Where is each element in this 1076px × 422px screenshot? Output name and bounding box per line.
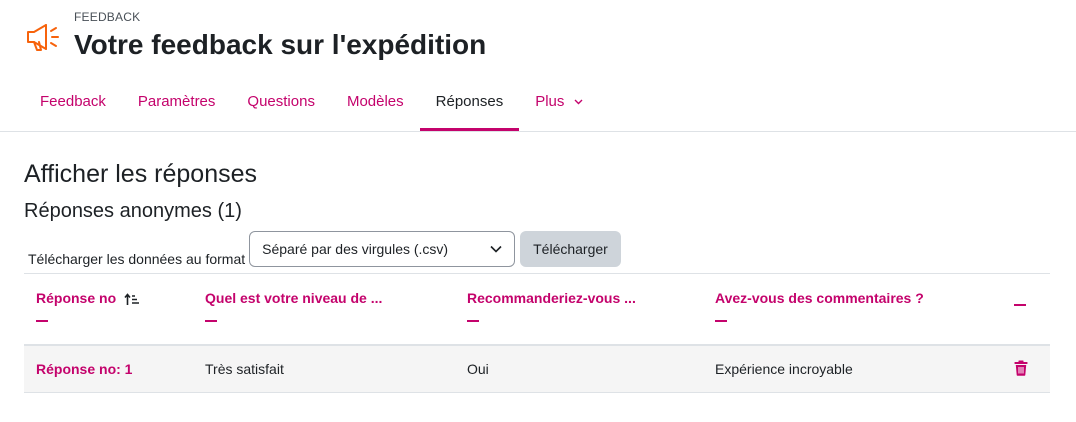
sort-ascending-icon bbox=[124, 293, 140, 305]
collapse-column-icon[interactable] bbox=[467, 320, 479, 322]
secondary-navigation: Feedback Paramètres Questions Modèles Ré… bbox=[24, 80, 1076, 132]
cell-satisfaction: Très satisfait bbox=[205, 361, 284, 377]
tab-parametres[interactable]: Paramètres bbox=[122, 80, 232, 131]
collapse-column-icon[interactable] bbox=[36, 320, 48, 322]
column-header-comments-label: Avez-vous des commentaires ? bbox=[715, 290, 924, 306]
download-form: Télécharger les données au format Séparé… bbox=[28, 231, 621, 267]
cell-recommend: Oui bbox=[467, 361, 489, 377]
page-header: FEEDBACK Votre feedback sur l'expédition bbox=[24, 10, 486, 62]
tab-feedback[interactable]: Feedback bbox=[24, 80, 122, 131]
chevron-down-icon bbox=[490, 245, 502, 253]
download-button[interactable]: Télécharger bbox=[520, 231, 621, 267]
tab-plus-label: Plus bbox=[535, 93, 565, 110]
download-format-label: Télécharger les données au format bbox=[28, 250, 246, 267]
tab-questions[interactable]: Questions bbox=[231, 80, 331, 131]
response-link[interactable]: Réponse no: 1 bbox=[36, 361, 132, 377]
column-header-actions bbox=[1014, 290, 1026, 306]
module-type-label: FEEDBACK bbox=[74, 10, 141, 24]
tab-modeles[interactable]: Modèles bbox=[331, 80, 420, 131]
column-header-response[interactable]: Réponse no bbox=[36, 290, 140, 322]
collapse-column-icon[interactable] bbox=[205, 320, 217, 322]
column-header-recommend[interactable]: Recommanderiez-vous ... bbox=[467, 290, 636, 322]
column-header-recommend-label: Recommanderiez-vous ... bbox=[467, 290, 636, 306]
column-header-satisfaction-label: Quel est votre niveau de ... bbox=[205, 290, 383, 306]
responses-subheading: Réponses anonymes (1) bbox=[24, 200, 242, 222]
megaphone-icon bbox=[27, 24, 59, 51]
collapse-column-icon[interactable] bbox=[1014, 304, 1026, 306]
format-select-value: Séparé par des virgules (.csv) bbox=[262, 241, 449, 257]
responses-table: Réponse no Quel est votre niveau de ... … bbox=[24, 273, 1050, 393]
cell-comments: Expérience incroyable bbox=[715, 361, 853, 377]
page-title: Votre feedback sur l'expédition bbox=[74, 29, 487, 60]
trash-icon[interactable] bbox=[1014, 360, 1028, 376]
tab-reponses[interactable]: Réponses bbox=[419, 80, 520, 131]
section-heading: Afficher les réponses bbox=[24, 160, 257, 188]
format-select[interactable]: Séparé par des virgules (.csv) bbox=[249, 231, 516, 267]
table-row: Réponse no: 1 Très satisfait Oui Expérie… bbox=[24, 346, 1050, 393]
table-header: Réponse no Quel est votre niveau de ... … bbox=[24, 274, 1050, 346]
tab-plus[interactable]: Plus bbox=[519, 80, 598, 131]
chevron-down-icon bbox=[574, 99, 583, 105]
column-header-response-label: Réponse no bbox=[36, 290, 117, 306]
column-header-satisfaction[interactable]: Quel est votre niveau de ... bbox=[205, 290, 382, 322]
column-header-comments[interactable]: Avez-vous des commentaires ? bbox=[715, 290, 924, 322]
collapse-column-icon[interactable] bbox=[715, 320, 727, 322]
